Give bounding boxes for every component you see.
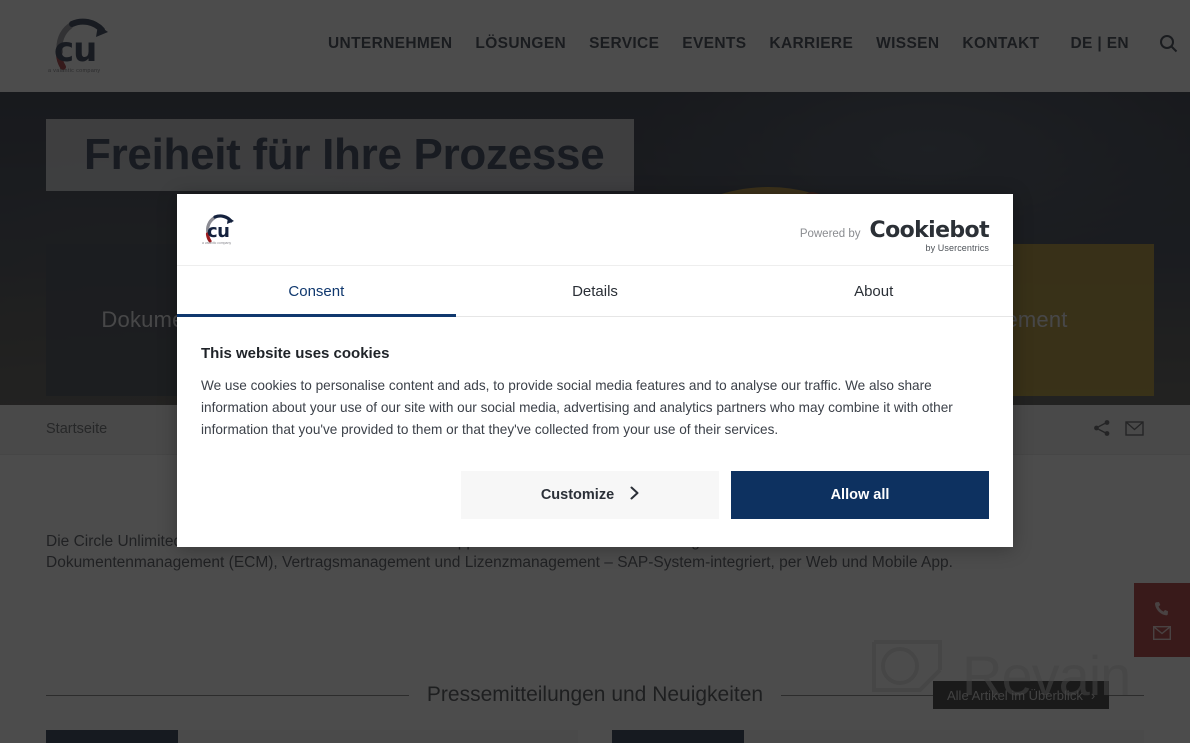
dialog-heading: This website uses cookies [201,345,390,362]
cookiebot-name: Cookiebot [869,218,990,243]
tab-consent[interactable]: Consent [177,266,456,317]
dialog-logo-wordmark: cu [207,221,230,242]
cookiebot-subtitle: by Usercentrics [925,243,989,253]
dialog-brand-logo: cu a valantic company [201,210,243,250]
powered-by-cookiebot: Powered by Cookiebot by Usercentrics [799,218,990,254]
dialog-actions: Customize Allow all [177,442,1013,547]
dialog-description: We use cookies to personalise content an… [201,378,953,437]
dialog-tabs: Consent Details About [177,266,1013,317]
powered-by-label: Powered by [799,228,861,240]
customize-label: Customize [540,486,615,503]
tab-details[interactable]: Details [456,266,735,316]
chevron-right-icon [630,486,639,504]
allow-all-button[interactable]: Allow all [731,470,989,519]
dialog-body: This website uses cookies We use cookies… [177,317,1013,442]
dialog-logo-tagline: a valantic company [202,241,232,245]
customize-button[interactable]: Customize [461,470,719,519]
dialog-header: cu a valantic company Powered by Cookieb… [177,194,1013,266]
tab-about[interactable]: About [734,266,1013,316]
cookie-consent-dialog: cu a valantic company Powered by Cookieb… [177,194,1013,547]
